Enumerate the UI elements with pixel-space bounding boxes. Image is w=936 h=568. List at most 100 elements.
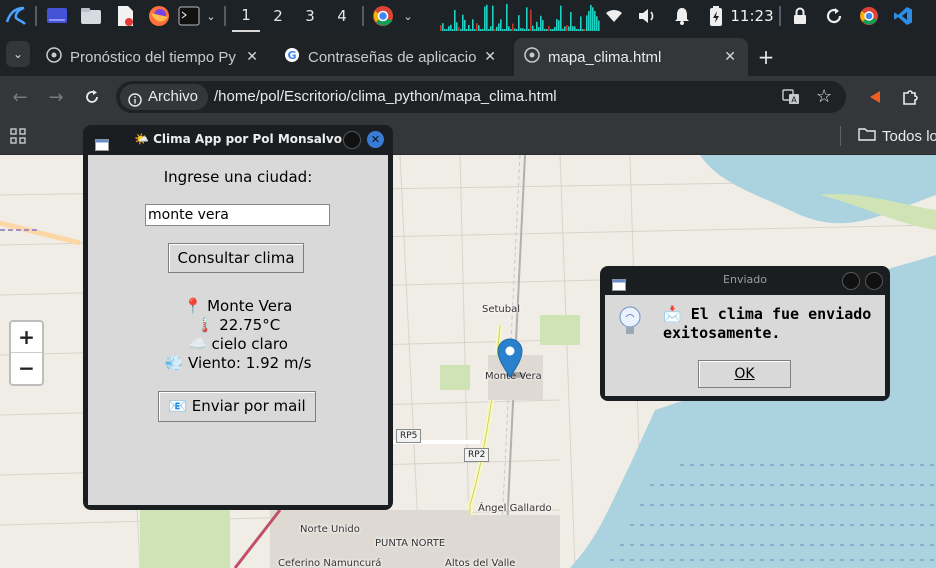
- minimize-icon[interactable]: [842, 272, 860, 290]
- workspace-3[interactable]: 3: [296, 0, 324, 32]
- file-manager-icon[interactable]: [76, 0, 106, 32]
- kali-menu-icon[interactable]: [2, 0, 30, 32]
- chrome-tray-icon[interactable]: [856, 0, 882, 32]
- new-tab-button[interactable]: +: [752, 38, 780, 76]
- window-titlebar[interactable]: 🌤️ Clima App por Pol Monsalvo ✕: [83, 125, 393, 153]
- battery-charging-icon[interactable]: [704, 0, 728, 32]
- tab-contrasenas[interactable]: G Contraseñas de aplicacio ✕: [276, 38, 508, 76]
- minimize-icon[interactable]: [343, 131, 361, 149]
- city-prompt-label: Ingrese una ciudad:: [163, 168, 313, 186]
- apps-grid-icon[interactable]: [8, 122, 28, 150]
- chevron-down-icon[interactable]: ⌄: [400, 0, 416, 32]
- terminal-icon[interactable]: [176, 0, 202, 32]
- dialog-message: 📩 El clima fue enviado exitosamente.: [663, 305, 871, 343]
- page-info-chip[interactable]: Archivo: [120, 84, 209, 110]
- consult-weather-button[interactable]: Consultar clima: [168, 243, 304, 273]
- result-temperature: 🌡️ 22.75°C: [195, 316, 281, 334]
- send-email-button[interactable]: 📧 Enviar por mail: [158, 391, 316, 422]
- ok-button[interactable]: OK: [698, 360, 791, 388]
- cpu-monitor-graph: [440, 0, 600, 32]
- forward-icon[interactable]: →: [44, 81, 68, 113]
- close-icon[interactable]: ✕: [246, 48, 258, 65]
- browser-tab-strip: ⌄ Pronóstico del tiempo Py ✕ G Contraseñ…: [0, 32, 936, 76]
- map-label-angel-gallardo: Ángel Gallardo: [478, 503, 552, 514]
- map-label-ceferino: Ceferino Namuncurá: [278, 558, 382, 568]
- clima-app-body: Ingrese una ciudad: Consultar clima 📍 Mo…: [88, 155, 388, 505]
- info-icon: [128, 90, 142, 116]
- tab-title: mapa_clima.html: [548, 48, 662, 66]
- svg-text:G: G: [287, 49, 296, 62]
- chrome-icon[interactable]: [368, 0, 398, 32]
- dialog-titlebar[interactable]: Enviado: [600, 266, 890, 294]
- close-icon[interactable]: ✕: [484, 48, 496, 65]
- all-bookmarks-folder[interactable]: Todos lo: [858, 124, 936, 148]
- clima-app-window: 🌤️ Clima App por Pol Monsalvo ✕ Ingrese …: [83, 125, 393, 510]
- sent-dialog-window: Enviado 📩 El clima fue enviado exitosame…: [600, 266, 890, 401]
- taskbar: ⌄ 1 2 3 4 ⌄ 11:23: [0, 0, 936, 32]
- taskbar-separator: [362, 6, 364, 26]
- tab-title: Contraseñas de aplicacio: [308, 48, 477, 66]
- clock[interactable]: 11:23: [730, 0, 773, 32]
- extension-brave-icon[interactable]: [864, 81, 886, 113]
- taskbar-separator: [35, 6, 37, 26]
- taskbar-separator: [779, 6, 781, 26]
- road-shield-rp2: RP2: [464, 448, 490, 462]
- close-icon[interactable]: ✕: [367, 131, 384, 148]
- result-city: 📍 Monte Vera: [183, 297, 293, 315]
- result-description: ☁️ cielo claro: [188, 335, 288, 353]
- text-editor-icon[interactable]: [110, 0, 140, 32]
- zoom-out-button[interactable]: −: [11, 353, 42, 383]
- svg-text:A: A: [791, 96, 797, 105]
- map-label-altos-del-valle: Altos del Valle: [445, 558, 516, 568]
- browser-toolbar: ← → Archivo /home/pol/Escritorio/clima_p…: [0, 76, 936, 118]
- wifi-icon[interactable]: [602, 0, 626, 32]
- map-label-punta-norte: PUNTA NORTE: [375, 538, 446, 549]
- folder-label: Todos lo: [882, 127, 936, 145]
- address-bar[interactable]: Archivo /home/pol/Escritorio/clima_pytho…: [116, 81, 846, 113]
- file-chip-label: Archivo: [148, 88, 199, 105]
- result-wind: 💨 Viento: 1.92 m/s: [164, 354, 312, 372]
- google-icon: G: [284, 47, 300, 67]
- lock-icon[interactable]: [788, 0, 812, 32]
- city-input[interactable]: [145, 204, 330, 226]
- workspace-1[interactable]: 1: [232, 0, 260, 32]
- translate-icon[interactable]: A: [782, 88, 800, 111]
- globe-icon: [524, 47, 540, 67]
- close-icon[interactable]: ✕: [724, 48, 736, 65]
- tab-search-chevron-icon[interactable]: ⌄: [6, 41, 30, 67]
- reload-icon[interactable]: [80, 81, 104, 113]
- map-label-setubal: Setubal: [482, 304, 521, 315]
- dialog-title: Enviado: [723, 273, 767, 286]
- extensions-puzzle-icon[interactable]: [898, 81, 922, 113]
- url-text[interactable]: /home/pol/Escritorio/clima_python/mapa_c…: [214, 88, 557, 105]
- tab-mapa-clima[interactable]: mapa_clima.html ✕: [514, 38, 748, 76]
- bookmark-star-icon[interactable]: ☆: [816, 86, 832, 107]
- desktop-icon[interactable]: [42, 0, 72, 32]
- bookmarks-separator: [840, 126, 841, 146]
- chevron-down-icon[interactable]: ⌄: [203, 0, 219, 32]
- notifications-icon[interactable]: [670, 0, 694, 32]
- info-lightbulb-icon: [617, 305, 643, 341]
- globe-icon: [46, 47, 62, 67]
- zoom-in-button[interactable]: +: [11, 322, 42, 353]
- map-marker-icon[interactable]: [497, 337, 525, 383]
- window-title: 🌤️ Clima App por Pol Monsalvo: [134, 132, 342, 146]
- refresh-icon[interactable]: [822, 0, 846, 32]
- taskbar-separator: [224, 6, 226, 26]
- folder-icon: [858, 127, 876, 145]
- workspace-4[interactable]: 4: [328, 0, 356, 32]
- zoom-control: + −: [9, 320, 44, 386]
- clock-text: 11:23: [730, 7, 774, 25]
- vscode-icon[interactable]: [890, 0, 916, 32]
- dialog-message-line: exitosamente.: [663, 324, 781, 342]
- map-label-norte-unido: Norte Unido: [300, 524, 360, 535]
- tab-pronostico[interactable]: Pronóstico del tiempo Py ✕: [38, 38, 270, 76]
- volume-icon[interactable]: [636, 0, 660, 32]
- close-icon[interactable]: [865, 272, 883, 290]
- dialog-message-line: 📩 El clima fue enviado: [663, 305, 872, 323]
- workspace-2[interactable]: 2: [264, 0, 292, 32]
- back-icon[interactable]: ←: [8, 81, 32, 113]
- firefox-icon[interactable]: [144, 0, 174, 32]
- tab-title: Pronóstico del tiempo Py: [70, 48, 236, 66]
- road-shield-rp5: RP5: [396, 429, 422, 443]
